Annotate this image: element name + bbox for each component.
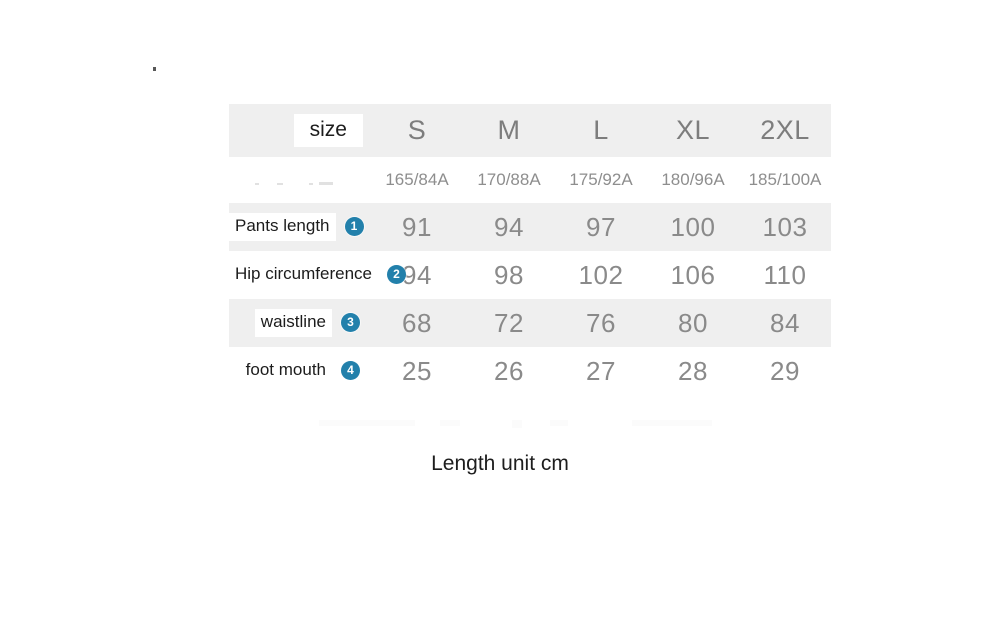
spec-code-s: 165/84A xyxy=(371,157,463,203)
spec-code-m: 170/88A xyxy=(463,157,555,203)
row-label-waistline: waistline xyxy=(254,309,332,337)
table-row: foot mouth 4 25 26 27 28 29 xyxy=(229,347,831,395)
spec-row-erased-label-cell xyxy=(229,157,371,203)
column-header-l: L xyxy=(555,104,647,157)
value-waistline-l: 76 xyxy=(555,299,647,347)
ghost-remnant xyxy=(550,420,568,426)
value-pants-length-s: 91 xyxy=(371,203,463,251)
table-header-row: size S M L XL 2XL xyxy=(229,104,831,157)
spec-code-xl: 180/96A xyxy=(647,157,739,203)
image-artifact-dot xyxy=(153,67,156,71)
value-hip-circumference-m: 98 xyxy=(463,251,555,299)
table-row: Pants length 1 91 94 97 100 103 xyxy=(229,203,831,251)
value-pants-length-2xl: 103 xyxy=(739,203,831,251)
row-label-pants-length: Pants length xyxy=(229,213,336,241)
row-badge-1: 1 xyxy=(344,217,364,237)
value-foot-mouth-l: 27 xyxy=(555,347,647,395)
row-label-foot-mouth: foot mouth xyxy=(245,360,326,380)
column-header-xl: XL xyxy=(647,104,739,157)
column-header-2xl: 2XL xyxy=(739,104,831,157)
row-label-hip-circumference-cell: Hip circumference 2 xyxy=(229,251,406,299)
row-badge-2: 2 xyxy=(387,265,406,285)
row-badge-3: 3 xyxy=(341,313,360,333)
ghost-remnant xyxy=(319,420,415,426)
value-foot-mouth-s: 25 xyxy=(371,347,463,395)
spec-code-l: 175/92A xyxy=(555,157,647,203)
column-header-s: S xyxy=(371,104,463,157)
value-waistline-s: 68 xyxy=(371,299,463,347)
size-chart-table: size S M L XL 2XL 165/84A 170/88A 175/92… xyxy=(229,104,831,395)
value-hip-circumference-l: 102 xyxy=(555,251,647,299)
row-label-pants-length-cell: Pants length 1 xyxy=(229,203,371,251)
value-hip-circumference-xl: 106 xyxy=(647,251,739,299)
value-waistline-m: 72 xyxy=(463,299,555,347)
value-foot-mouth-m: 26 xyxy=(463,347,555,395)
value-pants-length-l: 97 xyxy=(555,203,647,251)
ghost-remnant xyxy=(440,420,460,426)
value-waistline-2xl: 84 xyxy=(739,299,831,347)
value-waistline-xl: 80 xyxy=(647,299,739,347)
value-hip-circumference-2xl: 110 xyxy=(739,251,831,299)
unit-caption: Length unit cm xyxy=(431,452,569,475)
value-pants-length-xl: 100 xyxy=(647,203,739,251)
table-row: waistline 3 68 72 76 80 84 xyxy=(229,299,831,347)
value-pants-length-m: 94 xyxy=(463,203,555,251)
table-row: Hip circumference 2 94 98 102 106 110 xyxy=(229,251,831,299)
value-foot-mouth-2xl: 29 xyxy=(739,347,831,395)
row-badge-4: 4 xyxy=(341,361,360,381)
table-spec-code-row: 165/84A 170/88A 175/92A 180/96A 185/100A xyxy=(229,157,831,203)
value-foot-mouth-xl: 28 xyxy=(647,347,739,395)
ghost-remnant xyxy=(512,420,522,428)
spec-code-2xl: 185/100A xyxy=(739,157,831,203)
header-size-label: size xyxy=(293,113,363,148)
ghost-remnant xyxy=(632,420,712,426)
row-label-foot-mouth-cell: foot mouth 4 xyxy=(229,347,371,395)
header-size-cell: size xyxy=(229,104,371,157)
column-header-m: M xyxy=(463,104,555,157)
row-label-hip-circumference: Hip circumference xyxy=(235,264,372,284)
row-label-waistline-cell: waistline 3 xyxy=(229,299,371,347)
